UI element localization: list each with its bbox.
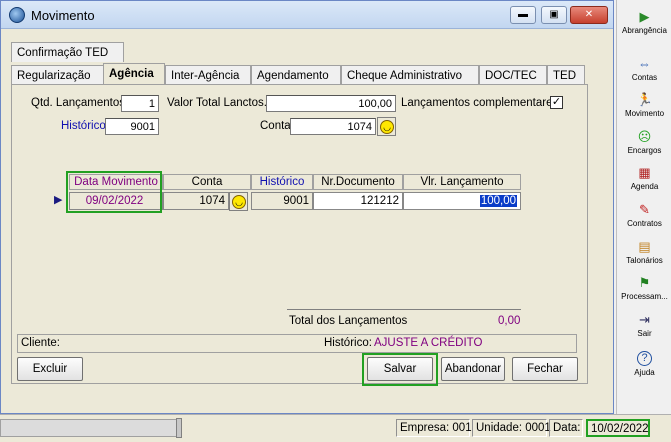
conta-lookup-button[interactable]: ◡: [377, 117, 396, 136]
qtd-lancamentos-field[interactable]: [121, 95, 159, 112]
sidebar-label: Talonários: [626, 256, 663, 265]
sidebar-label: Contas: [631, 73, 658, 82]
sidebar-item-ajuda[interactable]: ? Ajuda: [617, 351, 671, 377]
sidebar-item-encargos[interactable]: ☹ Encargos: [617, 129, 671, 156]
grid-header-historico[interactable]: Histórico: [251, 174, 313, 190]
tab-confirmacao-ted[interactable]: Confirmação TED: [11, 42, 124, 62]
total-divider: [287, 309, 521, 310]
sidebar-item-processamento[interactable]: ⚑ Processam...: [617, 275, 671, 302]
fechar-button[interactable]: Fechar: [512, 357, 578, 381]
row-indicator-icon: ▶: [54, 194, 63, 206]
status-scroll-track[interactable]: [0, 419, 180, 437]
status-bar: Empresa: 001 Unidade: 0001 Data: 10/02/2…: [0, 414, 671, 442]
grid-header-nr-documento[interactable]: Nr.Documento: [313, 174, 403, 190]
lancamentos-complementares-label: Lançamentos complementares: [401, 97, 559, 109]
agenda-icon: ▦: [638, 165, 651, 180]
ajuda-icon: ?: [637, 351, 652, 366]
total-lancamentos-label: Total dos Lançamentos: [289, 315, 408, 327]
sidebar-item-agenda[interactable]: ▦ Agenda: [617, 165, 671, 192]
sidebar-item-sair[interactable]: ⇥ Sair: [617, 312, 671, 339]
sidebar-label: Abrangência: [622, 26, 667, 35]
sidebar-label: Sair: [637, 329, 652, 338]
grid-cell-historico[interactable]: 9001: [251, 192, 313, 210]
cliente-historico-value: AJUSTE A CRÉDITO: [374, 337, 483, 349]
movimento-icon: 🏃: [636, 92, 653, 107]
tab-ted[interactable]: TED: [547, 65, 585, 85]
status-unidade: Unidade: 0001: [472, 419, 551, 437]
sidebar-label: Encargos: [627, 146, 662, 155]
historico-field[interactable]: [105, 118, 159, 135]
sidebar-item-talonarios[interactable]: ▤ Talonários: [617, 239, 671, 266]
highlight-salvar: [362, 353, 438, 386]
highlight-data-movimento: [66, 171, 162, 213]
right-toolbar: ▶ Abrangência ⇔ Contas 🏃 Movimento ☹ Encargo…: [616, 0, 671, 414]
title-bar[interactable]: Movimento ▬ ▣ ✕: [1, 1, 613, 29]
sidebar-label: Processam...: [621, 292, 668, 301]
tab-inter-agencia[interactable]: Inter-Agência: [165, 65, 251, 85]
maximize-button[interactable]: ▣: [541, 6, 567, 24]
conta-field[interactable]: [290, 118, 376, 135]
valor-total-field[interactable]: [266, 95, 396, 112]
grid-header-conta[interactable]: Conta: [163, 174, 251, 190]
tab-doc-tec[interactable]: DOC/TEC: [479, 65, 547, 85]
abandonar-button[interactable]: Abandonar: [441, 357, 505, 381]
grid-header-vlr-lancamento[interactable]: Vlr. Lançamento: [403, 174, 521, 190]
sidebar-label: Ajuda: [634, 368, 655, 377]
tab-agencia[interactable]: Agência: [103, 63, 165, 86]
contas-icon: ⇔: [638, 56, 651, 71]
processamento-icon: ⚑: [638, 275, 651, 290]
smiley-icon: ◡: [380, 120, 394, 134]
movimento-window: Movimento ▬ ▣ ✕ Confirmação TED Regulari…: [0, 0, 614, 414]
conta-label: Conta: [260, 120, 291, 132]
smiley-icon: ◡: [232, 195, 246, 209]
tab-cheque-administrativo[interactable]: Cheque Administrativo: [341, 65, 479, 85]
contratos-icon: ✎: [639, 202, 650, 217]
cliente-label: Cliente:: [21, 337, 60, 349]
grid-cell-nr-documento[interactable]: 121212: [313, 192, 403, 210]
sidebar-item-abrangencia[interactable]: ▶ Abrangência: [617, 9, 671, 36]
status-scroll-thumb[interactable]: [176, 418, 182, 438]
sidebar-label: Agenda: [630, 182, 659, 191]
app-icon: [9, 7, 25, 23]
encargos-icon: ☹: [637, 129, 652, 144]
grid-cell-conta[interactable]: 1074: [163, 192, 229, 210]
tab-regularizacao[interactable]: Regularização: [11, 65, 104, 85]
sair-icon: ⇥: [639, 312, 650, 327]
minimize-button[interactable]: ▬: [510, 6, 536, 24]
grid-cell-vlr-lancamento[interactable]: 100,00: [403, 192, 521, 210]
abrangencia-icon: ▶: [639, 9, 650, 24]
tab-agendamento[interactable]: Agendamento: [251, 65, 341, 85]
grid-conta-lookup-button[interactable]: ◡: [229, 192, 248, 211]
qtd-lancamentos-label: Qtd. Lançamentos: [31, 97, 125, 109]
sidebar-item-contas[interactable]: ⇔ Contas: [617, 56, 671, 83]
status-data-value: 10/02/2022: [586, 419, 650, 437]
talonarios-icon: ▤: [638, 239, 651, 254]
sidebar-label: Movimento: [624, 109, 665, 118]
cliente-historico-label: Histórico:: [324, 337, 372, 349]
total-lancamentos-value: 0,00: [498, 315, 521, 327]
vlr-lancamento-selected-text: 100,00: [479, 195, 517, 207]
window-title: Movimento: [31, 8, 95, 23]
lancamentos-complementares-checkbox[interactable]: ✓: [550, 96, 563, 109]
status-data-label: Data:: [549, 419, 583, 437]
sidebar-label: Contratos: [627, 219, 662, 228]
historico-label: Histórico: [61, 120, 106, 132]
sidebar-item-movimento[interactable]: 🏃 Movimento: [617, 92, 671, 119]
sidebar-item-contratos[interactable]: ✎ Contratos: [617, 202, 671, 229]
status-empresa: Empresa: 001: [396, 419, 472, 437]
cliente-bar: Cliente: Histórico: AJUSTE A CRÉDITO: [17, 334, 577, 353]
excluir-button[interactable]: Excluir: [17, 357, 83, 381]
valor-total-label: Valor Total Lanctos.: [167, 97, 267, 109]
close-button[interactable]: ✕: [570, 6, 608, 24]
